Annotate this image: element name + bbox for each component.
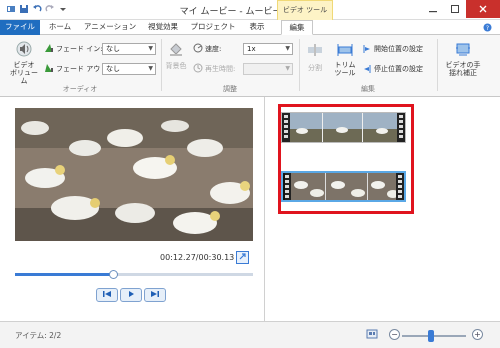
speed-icon (193, 43, 203, 55)
video-volume-button[interactable]: ビデオ ボリューム (8, 39, 40, 85)
expand-icon (238, 252, 247, 263)
seek-progress (15, 273, 113, 276)
set-start-point-button[interactable]: 開始位置の設定 (362, 43, 436, 55)
ribbon-tabs: ファイル ホーム アニメーション 視覚効果 プロジェクト 表示 編集 ? (0, 20, 500, 35)
clip-thumbnail-2[interactable] (281, 171, 406, 202)
speed-value: 1x (247, 45, 256, 53)
chevron-down-icon: ▼ (285, 65, 290, 72)
tab-home[interactable]: ホーム (44, 20, 76, 35)
duration-label: 再生時間: (205, 65, 236, 73)
window-controls (422, 0, 500, 18)
split-button[interactable]: 分割 (304, 39, 326, 85)
film-sprocket-right (397, 113, 405, 142)
film-sprocket-right (396, 173, 404, 200)
group-divider (437, 39, 438, 91)
zoom-slider-thumb[interactable] (427, 330, 434, 342)
zoom-slider[interactable] (402, 330, 466, 342)
item-count: アイテム: 2/2 (15, 331, 62, 340)
minimize-icon[interactable] (422, 0, 444, 18)
tab-animations[interactable]: アニメーション (80, 20, 140, 35)
split-label: 分割 (308, 64, 322, 72)
play-button[interactable] (120, 288, 142, 302)
previous-frame-button[interactable] (96, 288, 118, 302)
seek-bar[interactable] (15, 270, 253, 279)
clip-thumbnail-1[interactable] (281, 112, 406, 143)
tab-file[interactable]: ファイル (0, 20, 40, 35)
preview-pane: 00:12.27/00:30.13 (0, 97, 265, 321)
speed-select[interactable]: 1x ▼ (243, 43, 293, 55)
chevron-down-icon: ▼ (148, 65, 153, 72)
video-volume-label: ビデオ ボリューム (10, 61, 38, 85)
adjust-group-label: 調整 (223, 85, 237, 93)
playback-controls (96, 288, 166, 302)
svg-text:?: ? (486, 25, 489, 32)
zoom-out-button[interactable]: − (389, 329, 400, 340)
clip-2-frames (283, 173, 404, 200)
fade-out-value: なし (106, 65, 120, 73)
tab-view[interactable]: 表示 (243, 20, 271, 35)
video-frame-image (15, 108, 253, 241)
video-preview[interactable] (15, 108, 253, 241)
paint-bucket-icon (168, 41, 184, 59)
fade-in-label: フェード イン: (56, 45, 103, 53)
tab-edit[interactable]: 編集 (281, 20, 313, 35)
next-frame-icon (150, 290, 160, 300)
playhead-marker (283, 173, 285, 200)
tab-visual-effects[interactable]: 視覚効果 (143, 20, 183, 35)
trim-tool-button[interactable]: トリム ツール (330, 39, 360, 85)
help-icon[interactable]: ? (483, 23, 492, 34)
ribbon: ビデオ ボリューム フェード イン: なし ▼ フェード アウト: なし ▼ オ… (0, 35, 500, 97)
set-start-label: 開始位置の設定 (374, 45, 423, 53)
stabilization-icon (455, 41, 471, 59)
speaker-icon (16, 41, 32, 59)
clip-1-frames (282, 113, 405, 142)
background-color-label: 背景色 (165, 62, 187, 70)
next-frame-button[interactable] (144, 288, 166, 302)
play-icon (126, 290, 136, 300)
duration-select[interactable]: ▼ (243, 63, 293, 75)
thumbnail-size-icon[interactable] (366, 328, 378, 342)
maximize-icon[interactable] (444, 0, 466, 18)
duration-icon (193, 63, 203, 75)
set-end-label: 停止位置の設定 (374, 65, 423, 73)
chevron-down-icon: ▼ (148, 45, 153, 52)
set-end-icon (362, 64, 372, 76)
trim-icon (336, 43, 354, 59)
title-bar: マイ ムービー - ムービー メーカー ビデオ ツール (0, 0, 500, 20)
background-color-button[interactable]: 背景色 (164, 39, 188, 85)
video-stabilization-button[interactable]: ビデオの手 揺れ補正 (440, 39, 486, 85)
split-icon (307, 43, 323, 59)
fullscreen-preview-button[interactable] (236, 251, 249, 264)
fade-out-select[interactable]: なし ▼ (102, 63, 156, 75)
timecode-display: 00:12.27/00:30.13 (160, 253, 235, 262)
trim-tool-label: トリム ツール (334, 61, 356, 77)
fade-in-select[interactable]: なし ▼ (102, 43, 156, 55)
contextual-tab-header: ビデオ ツール (277, 0, 333, 20)
chevron-down-icon: ▼ (285, 45, 290, 52)
edit-group-label: 編集 (361, 85, 375, 93)
status-bar: アイテム: 2/2 − + (0, 321, 500, 348)
audio-group-label: オーディオ (62, 85, 98, 93)
set-end-point-button[interactable]: 停止位置の設定 (362, 63, 436, 75)
storyboard (266, 97, 500, 321)
tab-project[interactable]: プロジェクト (188, 20, 238, 35)
close-icon[interactable] (466, 0, 500, 18)
speed-label: 速度: (205, 45, 222, 53)
seek-thumb[interactable] (108, 270, 118, 279)
fade-in-value: なし (106, 45, 120, 53)
film-sprocket-left (282, 113, 290, 142)
fade-out-icon (44, 63, 54, 75)
fade-in-icon (44, 43, 54, 55)
previous-frame-icon (102, 290, 112, 300)
set-start-icon (362, 44, 372, 56)
zoom-in-button[interactable]: + (472, 329, 483, 340)
video-stabilization-label: ビデオの手 揺れ補正 (445, 61, 481, 77)
